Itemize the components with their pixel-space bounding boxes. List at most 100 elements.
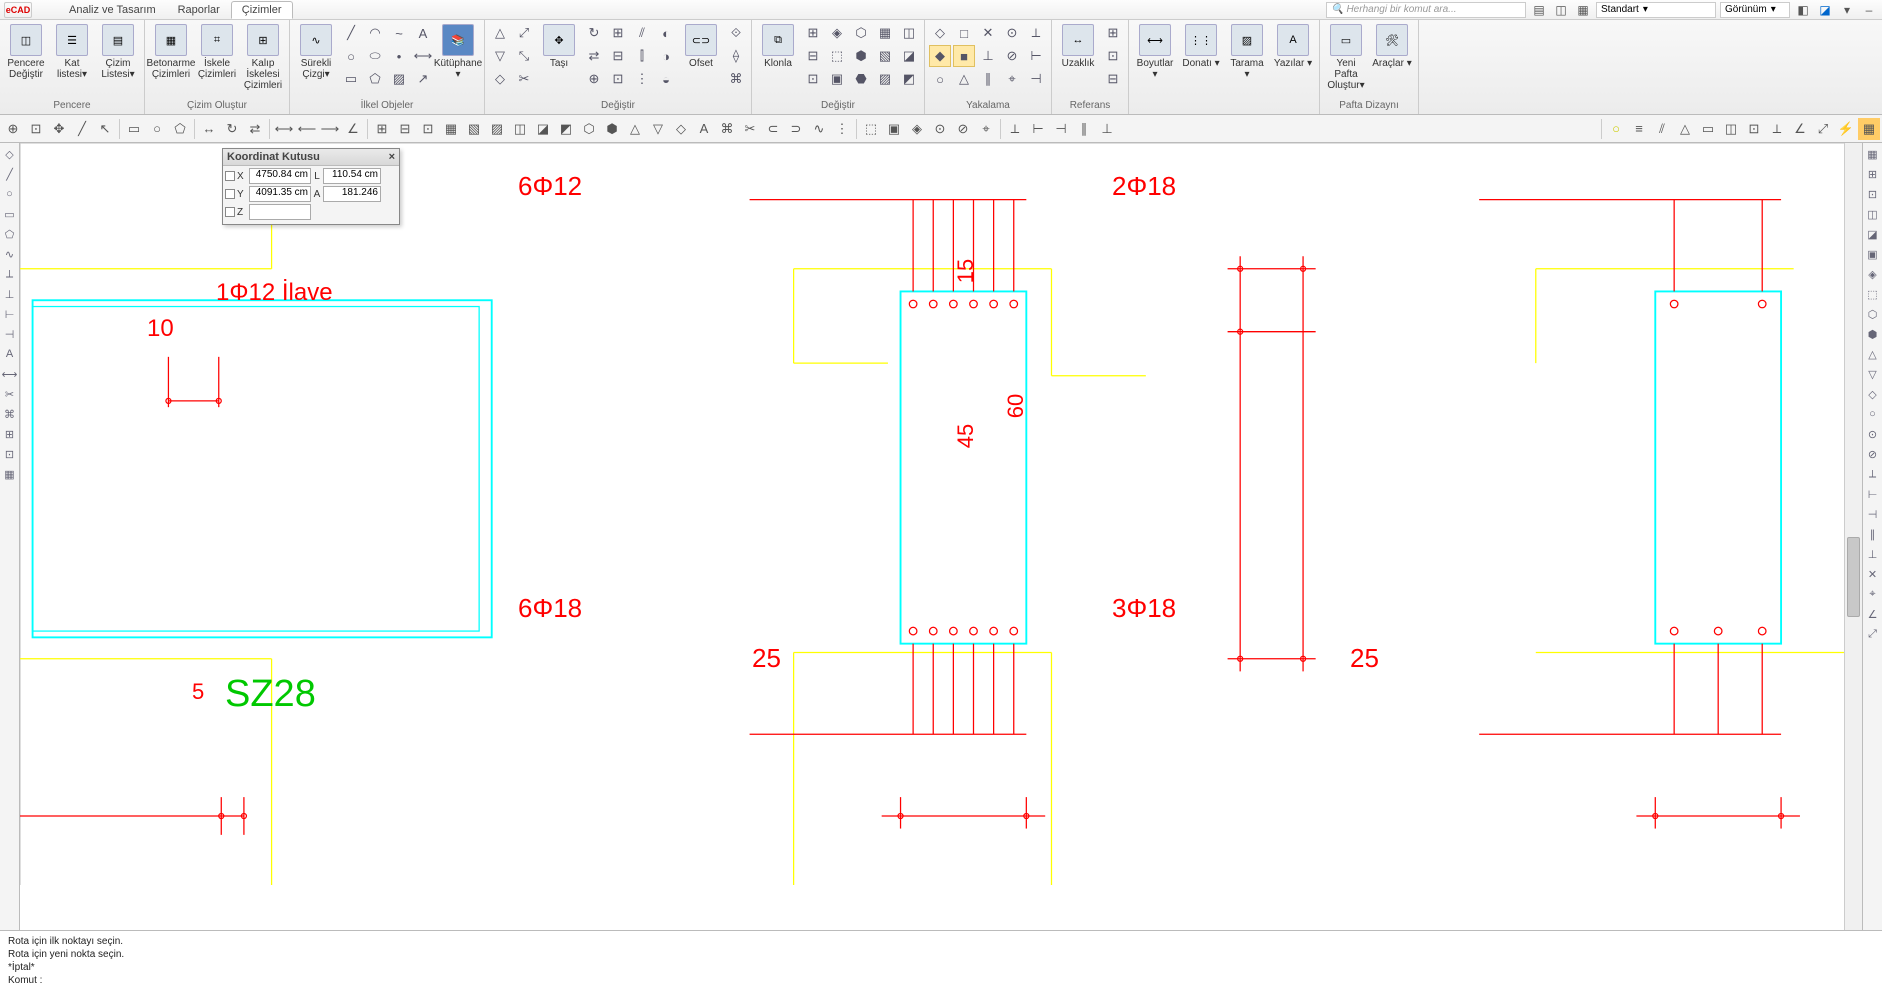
mod-icon[interactable]: ⊕ bbox=[583, 68, 605, 90]
clone-button[interactable]: ⧉Klonla bbox=[756, 22, 800, 71]
tool-misc[interactable]: ⬚ bbox=[860, 118, 882, 140]
side-tool[interactable]: ⬡ bbox=[1864, 305, 1882, 323]
snap-icon[interactable]: ⊙ bbox=[1001, 22, 1023, 44]
tool-mirror[interactable]: ⇄ bbox=[244, 118, 266, 140]
tool-misc[interactable]: ▨ bbox=[486, 118, 508, 140]
tool-right[interactable]: ⤢ bbox=[1812, 118, 1834, 140]
spline-icon[interactable]: ~ bbox=[388, 22, 410, 44]
side-tool[interactable]: ✕ bbox=[1864, 565, 1882, 583]
mod-icon[interactable]: ⊟ bbox=[802, 45, 824, 67]
mod-icon[interactable]: ⊞ bbox=[802, 22, 824, 44]
tool-misc[interactable]: ✂ bbox=[739, 118, 761, 140]
tool-misc[interactable]: ⋮ bbox=[831, 118, 853, 140]
tool-misc[interactable]: ⊙ bbox=[929, 118, 951, 140]
rebar-button[interactable]: ⋮⋮Donatı ▾ bbox=[1179, 22, 1223, 71]
side-tool[interactable]: ⟂ bbox=[1, 265, 19, 283]
tool-misc[interactable]: ▧ bbox=[463, 118, 485, 140]
tool-right[interactable]: ≡ bbox=[1628, 118, 1650, 140]
tool-right[interactable]: △ bbox=[1674, 118, 1696, 140]
move-button[interactable]: ✥Taşı bbox=[537, 22, 581, 71]
side-tool[interactable]: ⊞ bbox=[1, 425, 19, 443]
mod-icon[interactable]: ◇ bbox=[489, 68, 511, 90]
text-icon[interactable]: A bbox=[412, 22, 434, 44]
side-tool[interactable]: ⬚ bbox=[1864, 285, 1882, 303]
tool-misc[interactable]: ∥ bbox=[1073, 118, 1095, 140]
line-icon[interactable]: ╱ bbox=[340, 22, 362, 44]
tools-button[interactable]: 🛠Araçlar ▾ bbox=[1370, 22, 1414, 71]
coord-z-checkbox[interactable] bbox=[225, 207, 235, 217]
tool-misc[interactable]: ◪ bbox=[532, 118, 554, 140]
offset-button[interactable]: ⊂⊃Ofset bbox=[679, 22, 723, 71]
side-tool[interactable]: ◇ bbox=[1, 145, 19, 163]
side-tool[interactable]: ⟂ bbox=[1864, 465, 1882, 483]
coord-y-input[interactable]: 4091.35 cm bbox=[249, 186, 311, 202]
mod-icon[interactable]: ⋮ bbox=[631, 68, 653, 90]
snap-icon[interactable]: ○ bbox=[929, 68, 951, 90]
tool-misc[interactable]: ⊡ bbox=[417, 118, 439, 140]
distance-button[interactable]: ↔Uzaklık bbox=[1056, 22, 1100, 71]
side-tool[interactable]: ⊘ bbox=[1864, 445, 1882, 463]
mod-icon[interactable]: ⇄ bbox=[583, 45, 605, 67]
scaffold-drawings-button[interactable]: ⌗İskele Çizimleri bbox=[195, 22, 239, 82]
side-tool[interactable]: ◇ bbox=[1864, 385, 1882, 403]
side-tool[interactable]: ▦ bbox=[1, 465, 19, 483]
mod-icon[interactable]: ▨ bbox=[874, 68, 896, 90]
coord-l-input[interactable]: 110.54 cm bbox=[323, 168, 381, 184]
tab-reports[interactable]: Raporlar bbox=[167, 1, 231, 19]
tool-misc[interactable]: ⊘ bbox=[952, 118, 974, 140]
window-icon-1[interactable]: ◧ bbox=[1794, 2, 1812, 18]
tool-angle[interactable]: ∠ bbox=[342, 118, 364, 140]
mod-icon[interactable]: ⟠ bbox=[725, 45, 747, 67]
tool-right[interactable]: ∠ bbox=[1789, 118, 1811, 140]
snap-icon[interactable]: ∥ bbox=[977, 68, 999, 90]
mod-icon[interactable]: ⊡ bbox=[802, 68, 824, 90]
side-tool[interactable]: ⌖ bbox=[1864, 585, 1882, 603]
tool-pointer[interactable]: ↖ bbox=[94, 118, 116, 140]
side-tool[interactable]: ⊥ bbox=[1864, 545, 1882, 563]
tool-misc[interactable]: ▽ bbox=[647, 118, 669, 140]
dim-icon[interactable]: ⟷ bbox=[412, 45, 434, 67]
circle-icon[interactable]: ○ bbox=[340, 45, 362, 67]
coord-x-checkbox[interactable] bbox=[225, 171, 235, 181]
tool-right[interactable]: ⟂ bbox=[1766, 118, 1788, 140]
snap-icon[interactable]: ◇ bbox=[929, 22, 951, 44]
layer-icon-3[interactable]: ▦ bbox=[1574, 2, 1592, 18]
side-tool[interactable]: ⊥ bbox=[1, 285, 19, 303]
snap-icon[interactable]: ⌖ bbox=[1001, 68, 1023, 90]
side-tool[interactable]: ⊡ bbox=[1, 445, 19, 463]
side-tool[interactable]: ⊙ bbox=[1864, 425, 1882, 443]
tool-misc[interactable]: ◈ bbox=[906, 118, 928, 140]
mod-icon[interactable]: ◫ bbox=[898, 22, 920, 44]
snap-icon[interactable]: ⟂ bbox=[1025, 22, 1047, 44]
vertical-scrollbar[interactable] bbox=[1844, 143, 1862, 930]
side-tool[interactable]: ╱ bbox=[1, 165, 19, 183]
mod-icon[interactable]: ▣ bbox=[826, 68, 848, 90]
tool-zoom-window[interactable]: ⊡ bbox=[25, 118, 47, 140]
mod-icon[interactable]: ⤢ bbox=[513, 22, 535, 44]
tool-line[interactable]: ╱ bbox=[71, 118, 93, 140]
snap-icon[interactable]: ⊢ bbox=[1025, 45, 1047, 67]
mod-icon[interactable]: ◑ bbox=[655, 45, 677, 67]
tool-misc[interactable]: ⬡ bbox=[578, 118, 600, 140]
dimensions-button[interactable]: ⟷Boyutlar ▾ bbox=[1133, 22, 1177, 82]
mod-icon[interactable]: ↻ bbox=[583, 22, 605, 44]
mod-icon[interactable]: ⟐ bbox=[725, 22, 747, 44]
side-tool[interactable]: ∠ bbox=[1864, 605, 1882, 623]
tool-right[interactable]: ◫ bbox=[1720, 118, 1742, 140]
tool-circle[interactable]: ○ bbox=[146, 118, 168, 140]
window-icon-2[interactable]: ◪ bbox=[1816, 2, 1834, 18]
side-tool[interactable]: ○ bbox=[1864, 405, 1882, 423]
tool-dim3[interactable]: ⟶ bbox=[319, 118, 341, 140]
minimize-icon[interactable]: – bbox=[1860, 2, 1878, 18]
snap-icon[interactable]: ◆ bbox=[929, 45, 951, 67]
tool-misc[interactable]: ⊂ bbox=[762, 118, 784, 140]
tool-move[interactable]: ↔ bbox=[198, 118, 220, 140]
leader-icon[interactable]: ↗ bbox=[412, 68, 434, 90]
layer-icon-1[interactable]: ▤ bbox=[1530, 2, 1548, 18]
mod-icon[interactable]: ◐ bbox=[655, 22, 677, 44]
ref-icon[interactable]: ⊞ bbox=[1102, 22, 1124, 44]
snap-icon[interactable]: ■ bbox=[953, 45, 975, 67]
style-dropdown[interactable]: Standart▾ bbox=[1596, 2, 1716, 18]
side-tool[interactable]: ◈ bbox=[1864, 265, 1882, 283]
side-tool[interactable]: ⊡ bbox=[1864, 185, 1882, 203]
